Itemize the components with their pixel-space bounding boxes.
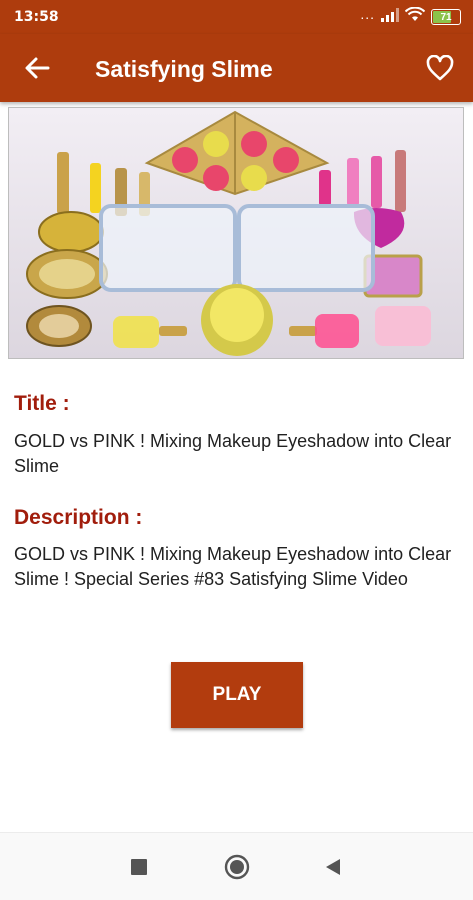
back-button[interactable] xyxy=(22,54,52,82)
battery-level: 71 xyxy=(440,11,452,23)
recents-button[interactable] xyxy=(122,851,156,883)
video-description: GOLD vs PINK ! Mixing Makeup Eyeshadow i… xyxy=(14,544,452,589)
video-thumbnail[interactable] xyxy=(8,107,464,359)
page-title: Satisfying Slime xyxy=(95,56,273,82)
home-button[interactable] xyxy=(220,851,254,883)
back-triangle-icon xyxy=(326,859,340,875)
home-circle-icon xyxy=(224,854,250,880)
arrow-left-icon xyxy=(25,57,50,79)
title-label: Title : xyxy=(14,392,70,415)
wifi-icon xyxy=(404,6,426,27)
app-bar: Satisfying Slime xyxy=(0,34,473,102)
status-dots: ... xyxy=(360,6,375,22)
system-nav-bar xyxy=(0,832,473,900)
heart-outline-icon xyxy=(426,55,454,81)
status-time: 13:58 xyxy=(14,9,59,25)
system-back-button[interactable] xyxy=(316,851,350,883)
video-title: GOLD vs PINK ! Mixing Makeup Eyeshadow i… xyxy=(14,431,452,476)
battery-icon: 71 xyxy=(431,9,461,25)
signal-icon xyxy=(381,7,399,27)
description-label: Description : xyxy=(14,506,143,529)
favorite-button[interactable] xyxy=(425,53,455,83)
status-bar: 13:58 ... 71 xyxy=(0,0,473,34)
recents-square-icon xyxy=(131,859,147,875)
play-button[interactable]: PLAY xyxy=(171,662,303,728)
status-icons: ... 71 xyxy=(360,6,461,27)
